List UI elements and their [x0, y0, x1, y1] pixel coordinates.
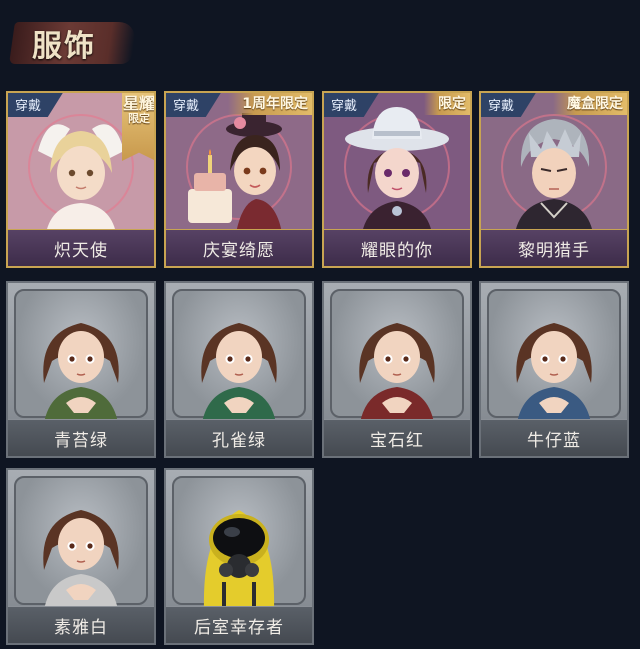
girl-portrait-icon: [516, 323, 592, 423]
costume-card-moss-green[interactable]: 青苔绿: [6, 281, 156, 458]
costume-name: 素雅白: [8, 606, 154, 643]
section-title: 服饰: [32, 29, 96, 64]
section-header: 服饰: [0, 0, 640, 80]
costume-name: 耀眼的你: [324, 229, 470, 266]
girl-portrait-icon: [43, 323, 119, 423]
costume-card-elegant-white[interactable]: 素雅白: [6, 468, 156, 645]
limited-badge-sub: 限定: [128, 112, 150, 125]
costume-card-ruby-red[interactable]: 宝石红: [322, 281, 472, 458]
limited-badge: 1周年限定: [228, 93, 312, 115]
girl-portrait-icon: [43, 510, 119, 610]
costume-card-dawn-hunter[interactable]: 穿戴 魔盒限定 黎明猎手: [479, 91, 629, 268]
girl-portrait-icon: [359, 323, 435, 423]
costume-name: 炽天使: [8, 229, 154, 266]
limited-badge-main: 星耀: [122, 94, 155, 113]
limited-badge: 星耀 限定: [122, 93, 155, 161]
girl-portrait-icon: [201, 323, 277, 423]
limited-badge: 魔盒限定: [553, 93, 627, 115]
costume-card-backrooms-survivor[interactable]: 后室幸存者: [164, 468, 314, 645]
costume-card-seraph[interactable]: 穿戴 星耀 限定 炽天使: [6, 91, 156, 268]
gasmask-survivor-icon: [203, 510, 275, 610]
costume-name: 青苔绿: [8, 419, 154, 456]
costume-card-dazzling[interactable]: 穿戴 限定 耀眼的你: [322, 91, 472, 268]
costume-card-peacock-green[interactable]: 孔雀绿: [164, 281, 314, 458]
costume-name: 宝石红: [324, 419, 470, 456]
costume-card-celebration[interactable]: 穿戴 1周年限定 庆宴绮愿: [164, 91, 314, 268]
costume-name: 牛仔蓝: [481, 419, 627, 456]
limited-badge: 限定: [424, 93, 470, 115]
costume-card-denim-blue[interactable]: 牛仔蓝: [479, 281, 629, 458]
costume-name: 后室幸存者: [166, 606, 312, 643]
costume-name: 黎明猎手: [481, 229, 627, 266]
costume-name: 庆宴绮愿: [166, 229, 312, 266]
costume-name: 孔雀绿: [166, 419, 312, 456]
